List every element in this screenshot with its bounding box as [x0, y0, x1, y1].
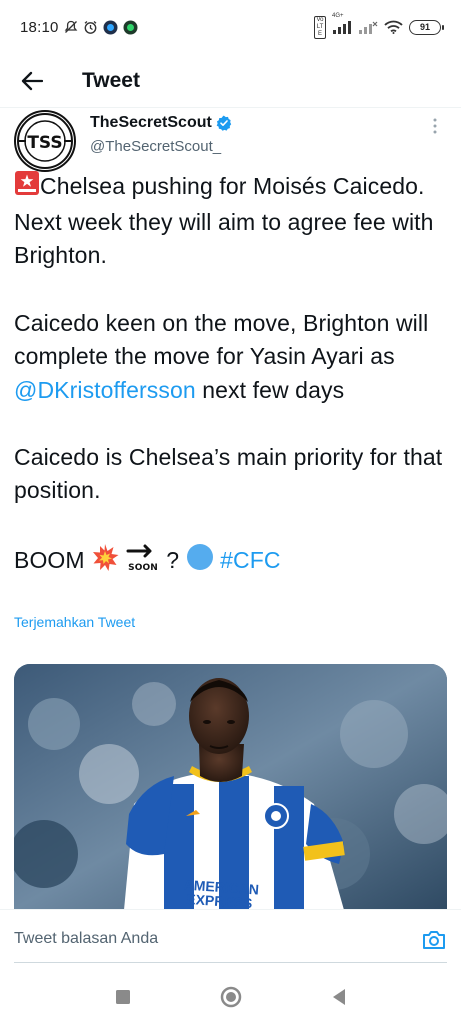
top-app-bar: Tweet [0, 54, 461, 108]
page-title: Tweet [82, 68, 140, 92]
triangle-back-icon [332, 988, 345, 1005]
camera-button[interactable] [421, 928, 447, 952]
player-photo-illustration: AMERICAN EXPRESS [14, 664, 447, 910]
home-button[interactable] [216, 982, 246, 1012]
boom-text: BOOM [14, 546, 85, 573]
more-options-button[interactable] [423, 114, 447, 138]
soon-arrow-emoji-icon: SOON [126, 542, 160, 582]
tweet-author: TSS TheSecretScout @TheSecretScout_ [14, 110, 447, 172]
back-nav-button[interactable] [324, 982, 354, 1012]
tweet-paragraph-4: BOOM SOON ? #CFC [14, 542, 454, 582]
tweet-paragraph-2: Caicedo keen on the move, Brighton will … [14, 307, 454, 408]
reply-underline [14, 962, 447, 963]
tweet-line-1: Chelsea pushing for Moisés Caicedo. Next… [14, 173, 434, 269]
translate-tweet-link[interactable]: Terjemahkan Tweet [14, 614, 135, 630]
tweet-paragraph-3: Caicedo is Chelsea’s main priority for t… [14, 443, 443, 504]
reply-bar: Tweet balasan Anda [0, 909, 461, 969]
network-type: 4G+ [332, 13, 344, 19]
svg-text:TSS: TSS [27, 133, 62, 153]
alarm-icon [83, 20, 98, 35]
tweet-text: Chelsea pushing for Moisés Caicedo. Next… [14, 170, 454, 581]
tss-logo-icon: TSS [17, 113, 73, 169]
reply-input[interactable]: Tweet balasan Anda [14, 930, 158, 948]
verified-badge-icon [216, 115, 232, 131]
wifi-icon [384, 20, 403, 34]
svg-text:SOON: SOON [128, 563, 158, 572]
question-mark: ? [166, 546, 180, 573]
tweet-para2-end: next few days [195, 376, 345, 403]
square-icon [115, 989, 130, 1004]
volte-icon: Vo LTE [314, 15, 326, 39]
home-circle-icon [220, 986, 241, 1007]
user-handle[interactable]: @TheSecretScout_ [90, 138, 232, 155]
blue-circle-emoji-icon [186, 543, 214, 581]
battery-indicator: 91 [409, 19, 444, 35]
system-nav-bar [0, 969, 461, 1024]
collision-emoji-icon [91, 543, 119, 581]
tweet-para2-text: Caicedo keen on the move, Brighton will … [14, 309, 429, 370]
signal-4g-icon: 4G+ [332, 13, 352, 34]
app-notification-icon-2 [123, 20, 138, 35]
tweet-photo[interactable]: AMERICAN EXPRESS [14, 664, 447, 910]
signal-icon-2 [358, 20, 378, 34]
status-bar: 18:10 Vo LTE 4G+ 91 [0, 0, 461, 54]
back-arrow-icon [21, 71, 43, 90]
avatar[interactable]: TSS [14, 110, 76, 172]
display-name[interactable]: TheSecretScout [90, 114, 212, 132]
hashtag-link[interactable]: #CFC [220, 547, 280, 573]
siren-emoji-icon [14, 170, 40, 206]
back-button[interactable] [0, 54, 66, 108]
camera-icon [423, 931, 445, 949]
notification-muted-icon [64, 20, 78, 34]
tweet-paragraph-1: Chelsea pushing for Moisés Caicedo. Next… [14, 170, 454, 273]
recents-button[interactable] [108, 982, 138, 1012]
app-notification-icon [103, 20, 118, 35]
status-time: 18:10 [20, 18, 59, 36]
more-vertical-icon [433, 118, 437, 134]
mention-link[interactable]: @DKristoffersson [14, 377, 196, 403]
